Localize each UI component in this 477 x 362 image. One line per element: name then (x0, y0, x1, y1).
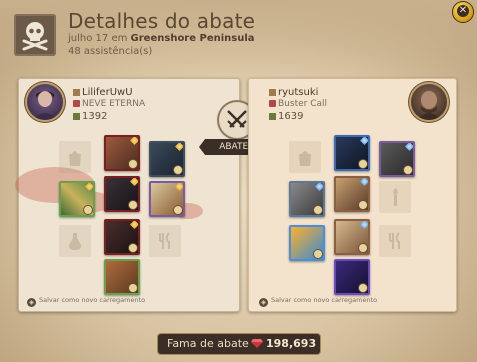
quality-icon (129, 244, 137, 252)
helmet-item[interactable] (334, 135, 370, 171)
off-hand-item[interactable] (149, 181, 185, 217)
quality-icon (129, 284, 137, 292)
kill-date-location: julho 17 em Greenshore Peninsula (68, 33, 255, 44)
page-title: Detalhes do abate (68, 9, 256, 33)
enchant-icon (315, 183, 323, 191)
enchant-icon (175, 143, 183, 151)
close-x-icon: ✕ (457, 5, 469, 17)
enchant-icon (360, 137, 368, 145)
bag-slot-empty (59, 141, 91, 173)
quality-icon (314, 250, 322, 258)
victim-avatar[interactable] (411, 84, 447, 120)
quality-icon (174, 206, 182, 214)
off-hand-slot-empty (379, 181, 411, 213)
bag-icon (299, 151, 311, 166)
quality-icon (359, 244, 367, 252)
quality-icon (359, 160, 367, 168)
killer-avatar[interactable] (27, 84, 63, 120)
quality-icon (359, 201, 367, 209)
potion-slot-empty (59, 225, 91, 257)
quality-icon (314, 206, 322, 214)
killer-item-power: 1392 (73, 111, 107, 122)
save-loadout-icon: ◈ (27, 298, 36, 307)
enchant-icon (85, 183, 93, 191)
enchant-icon (175, 183, 183, 191)
torch-icon (393, 188, 398, 206)
boots-item[interactable] (334, 219, 370, 255)
food-slot-empty (379, 225, 411, 257)
boots-item[interactable] (104, 219, 140, 255)
quality-icon (174, 166, 182, 174)
bag-icon (69, 151, 81, 166)
bag-slot-empty (289, 141, 321, 173)
kill-location: Greenshore Peninsula (130, 33, 255, 44)
cape-item[interactable] (379, 141, 415, 177)
enchant-icon (130, 137, 138, 145)
kill-fame-value: 198,693 (266, 337, 317, 350)
cape-item[interactable] (149, 141, 185, 177)
enchant-icon (360, 178, 368, 186)
victim-name: ryutsuki (269, 87, 318, 98)
guild-shield-icon (73, 100, 80, 107)
rank-icon (73, 89, 80, 96)
enchant-icon (130, 178, 138, 186)
close-button[interactable]: ✕ (453, 2, 473, 22)
kill-skull-badge (14, 14, 56, 56)
quality-icon (84, 206, 92, 214)
fame-gem-icon (251, 339, 263, 348)
mount-item[interactable] (104, 259, 140, 295)
victim-item-power: 1639 (269, 111, 303, 122)
killer-name: LiliferUwU (73, 87, 133, 98)
quality-icon (129, 201, 137, 209)
skull-crossbones-icon (22, 22, 48, 51)
item-power-icon (269, 113, 276, 120)
kill-fame-label: Fama de abate (167, 337, 249, 350)
kill-date: julho 17 (68, 33, 109, 44)
potion-icon (68, 233, 82, 251)
rank-icon (269, 89, 276, 96)
save-loadout-link[interactable]: ◈ Salvar como novo carregamento (27, 296, 145, 307)
helmet-item[interactable] (104, 135, 140, 171)
victim-panel: ryutsuki Buster Call 1639 ◈ Salvar como n… (248, 78, 457, 312)
armor-item[interactable] (334, 176, 370, 212)
main-hand-weapon-item[interactable] (289, 181, 325, 217)
killer-panel: LiliferUwU NEVE ETERNA 1392 ◈ Salvar como… (15, 78, 240, 312)
enchant-icon (130, 221, 138, 229)
quality-icon (359, 284, 367, 292)
guild-shield-icon (269, 100, 276, 107)
item-power-icon (73, 113, 80, 120)
food-icon (389, 232, 400, 249)
armor-item[interactable] (104, 176, 140, 212)
killer-guild: NEVE ETERNA (73, 99, 145, 109)
quality-icon (404, 166, 412, 174)
save-loadout-icon: ◈ (259, 298, 268, 307)
crossed-swords-icon (227, 110, 247, 128)
assist-count: 48 assistência(s) (68, 46, 153, 57)
victim-guild: Buster Call (269, 99, 327, 109)
main-hand-weapon-item[interactable] (59, 181, 95, 217)
enchant-icon (360, 221, 368, 229)
enchant-icon (405, 143, 413, 151)
food-slot-empty (149, 225, 181, 257)
potion-item[interactable] (289, 225, 325, 261)
location-prefix: em (111, 33, 128, 44)
save-loadout-link[interactable]: ◈ Salvar como novo carregamento (259, 296, 377, 307)
quality-icon (129, 160, 137, 168)
kill-fame-bar: Fama de abate 198,693 (158, 334, 320, 354)
mount-item[interactable] (334, 259, 370, 295)
food-icon (159, 232, 170, 249)
